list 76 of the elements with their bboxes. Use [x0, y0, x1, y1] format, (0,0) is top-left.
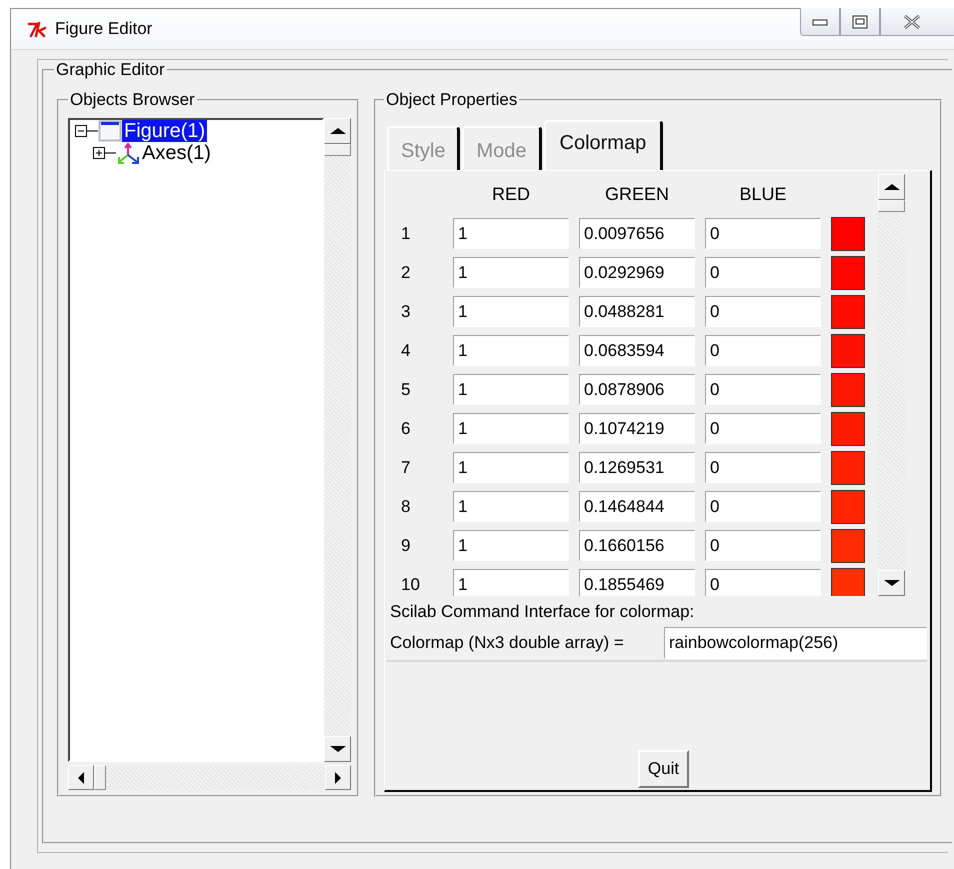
vertical-scrollbar[interactable]	[324, 118, 351, 762]
scroll-up-button[interactable]	[324, 118, 351, 144]
channel-value-field[interactable]: 1	[453, 218, 569, 249]
channel-value-field[interactable]: 0.1269531	[579, 452, 695, 483]
column-header: GREEN	[604, 183, 670, 206]
channel-value-field[interactable]: 1	[453, 413, 569, 444]
row-number: 9	[400, 535, 412, 557]
minimize-button[interactable]	[800, 8, 840, 36]
channel-value-field[interactable]: 1	[453, 491, 569, 522]
channel-value-field[interactable]: 0	[705, 257, 821, 288]
close-button[interactable]	[880, 8, 954, 36]
channel-value-field[interactable]: 0	[705, 335, 821, 366]
column-header: BLUE	[738, 183, 788, 206]
row-number: 6	[400, 418, 412, 440]
channel-value-field[interactable]: 0	[705, 218, 821, 249]
channel-value-field[interactable]: 0	[705, 374, 821, 405]
scroll-down-button[interactable]	[878, 570, 905, 596]
row-number: 3	[400, 301, 412, 323]
minimize-icon	[811, 16, 829, 26]
channel-value-field[interactable]: 0.1660156	[579, 530, 695, 561]
expand-icon[interactable]	[92, 146, 116, 160]
field-label: Colormap (Nx3 double array) =	[389, 633, 625, 653]
restore-icon	[851, 14, 869, 28]
channel-value-field[interactable]: 0.1074219	[579, 413, 695, 444]
channel-value-field[interactable]: 0	[705, 530, 821, 561]
group-title: Objects Browser	[69, 90, 196, 110]
tree-item[interactable]: Figure(1)	[122, 120, 208, 142]
group-title: Graphic Editor	[55, 60, 166, 80]
scroll-thumb[interactable]	[878, 200, 905, 212]
horizontal-scrollbar[interactable]	[68, 765, 351, 790]
scroll-thumb[interactable]	[324, 144, 351, 156]
row-number: 5	[400, 379, 412, 401]
channel-value-field[interactable]: 0.1464844	[579, 491, 695, 522]
channel-value-field[interactable]: 0.0488281	[579, 296, 695, 327]
channel-value-field[interactable]: 0.0878906	[579, 374, 695, 405]
channel-value-field[interactable]: 0	[705, 413, 821, 444]
channel-value-field[interactable]: 1	[453, 257, 569, 288]
channel-value-field[interactable]: 1	[453, 530, 569, 561]
close-icon	[903, 14, 921, 28]
channel-value-field[interactable]: 0.0097656	[579, 218, 695, 249]
channel-value-field[interactable]: 0	[705, 296, 821, 327]
row-number: 4	[400, 340, 412, 362]
quit-button[interactable]: Quit	[638, 750, 690, 788]
section-label: Scilab Command Interface for colormap:	[390, 602, 696, 623]
scroll-up-button[interactable]	[878, 174, 905, 200]
row-number: 10	[400, 574, 421, 596]
axes-icon	[116, 142, 140, 164]
row-number: 8	[400, 496, 412, 518]
channel-value-field[interactable]: 0	[705, 569, 821, 596]
row-number: 2	[400, 262, 412, 284]
channel-value-field[interactable]: 0.0683594	[579, 335, 695, 366]
channel-value-field[interactable]: 1	[453, 335, 569, 366]
maximize-button[interactable]	[840, 8, 880, 36]
column-header: RED	[490, 183, 531, 206]
vertical-scrollbar[interactable]	[878, 174, 905, 596]
tab[interactable]: Colormap	[544, 120, 664, 170]
channel-value-field[interactable]: 0.1855469	[579, 569, 695, 596]
row-number: 7	[400, 457, 412, 479]
channel-value-field[interactable]: 1	[453, 569, 569, 596]
group-title: Object Properties	[385, 90, 518, 110]
scroll-down-button[interactable]	[324, 736, 351, 762]
channel-value-field[interactable]: 1	[453, 374, 569, 405]
scroll-right-button[interactable]	[325, 765, 351, 790]
app-icon	[25, 19, 49, 39]
colormap-input-field[interactable]: rainbowcolormap(256)	[664, 627, 927, 659]
channel-value-field[interactable]: 0	[705, 452, 821, 483]
window-title: Figure Editor	[55, 19, 152, 39]
collapse-icon[interactable]	[74, 124, 98, 138]
scroll-thumb[interactable]	[94, 765, 106, 790]
scroll-left-button[interactable]	[68, 765, 94, 790]
channel-value-field[interactable]: 0.0292969	[579, 257, 695, 288]
channel-value-field[interactable]: 1	[453, 296, 569, 327]
channel-value-field[interactable]: 1	[453, 452, 569, 483]
channel-value-field[interactable]: 0	[705, 491, 821, 522]
row-number: 1	[400, 223, 412, 245]
tree-item[interactable]: Axes(1)	[140, 142, 213, 164]
